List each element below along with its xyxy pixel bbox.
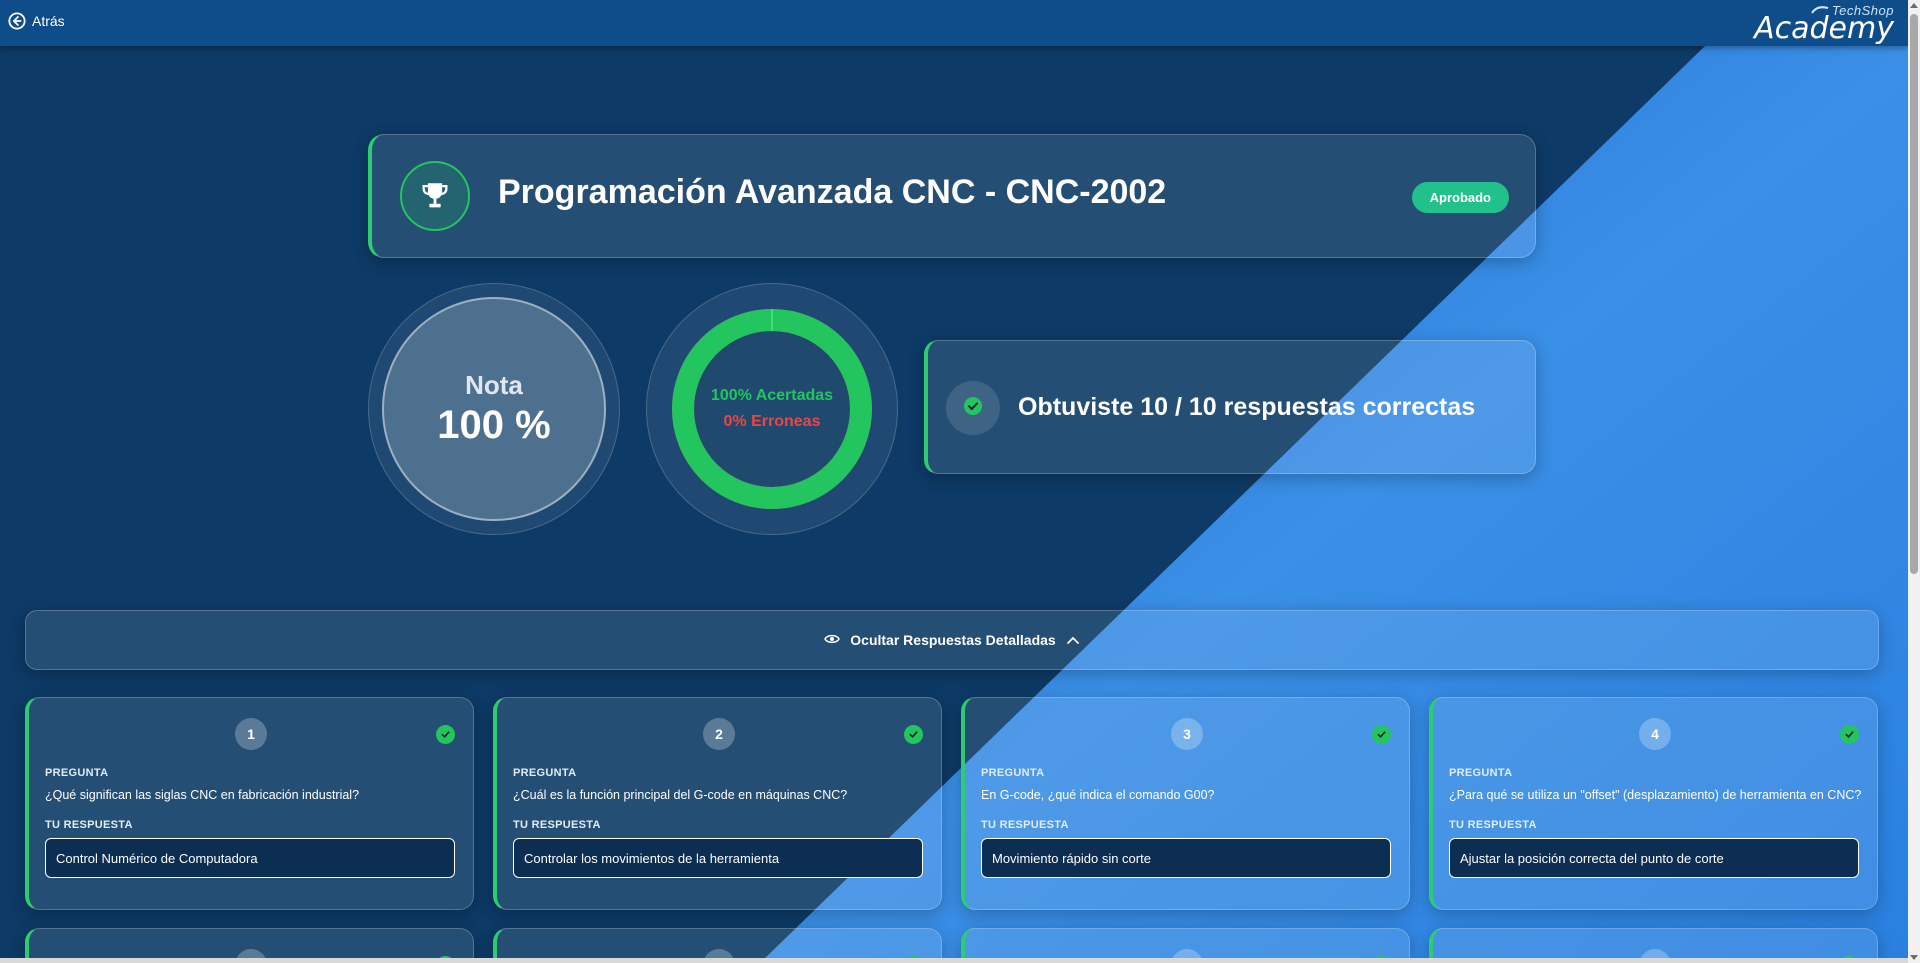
question-card: 4 PREGUNTA ¿Para qué se utiliza un "offs…: [1429, 697, 1878, 910]
question-number: 2: [703, 718, 735, 750]
ring-wrong-label: 0% Erroneas: [723, 413, 821, 430]
back-label: Atrás: [32, 13, 65, 29]
question-text: En G-code, ¿qué indica el comando G00?: [981, 788, 1215, 802]
toggle-label: Ocultar Respuestas Detalladas: [850, 632, 1056, 648]
chevron-up-icon: [1066, 632, 1080, 648]
answer-field: Control Numérico de Computadora: [45, 838, 455, 878]
top-bar: Atrás TechShop Academy: [0, 0, 1908, 46]
question-label: PREGUNTA: [981, 767, 1045, 779]
course-title-card: Programación Avanzada CNC - CNC-2002 Apr…: [368, 134, 1536, 258]
question-card: 3 PREGUNTA En G-code, ¿qué indica el com…: [961, 697, 1410, 910]
page-scrollbar[interactable]: [1908, 0, 1920, 963]
summary-card: Obtuviste 10 / 10 respuestas correctas: [924, 340, 1536, 474]
question-text: ¿Para qué se utiliza un "offset" (despla…: [1449, 788, 1862, 802]
answer-label: TU RESPUESTA: [513, 819, 601, 831]
question-number: 1: [235, 718, 267, 750]
question-text: ¿Cuál es la función principal del G-code…: [513, 788, 848, 802]
course-title: Programación Avanzada CNC - CNC-2002: [498, 173, 1167, 211]
answer-field: Controlar los movimientos de la herramie…: [513, 838, 923, 878]
summary-text: Obtuviste 10 / 10 respuestas correctas: [1018, 393, 1475, 422]
question-card: 2 PREGUNTA ¿Cuál es la función principal…: [493, 697, 942, 910]
arrow-left-circle-icon: [8, 12, 26, 30]
question-label: PREGUNTA: [45, 767, 109, 779]
ring-correct-label: 100% Acertadas: [710, 387, 834, 404]
answer-field: Movimiento rápido sin corte: [981, 838, 1391, 878]
grade-label: Nota: [465, 370, 523, 400]
answer-label: TU RESPUESTA: [981, 819, 1069, 831]
summary-prefix: Obtuviste: [1018, 393, 1134, 421]
check-icon: [904, 725, 923, 744]
trophy-icon: [400, 161, 470, 231]
question-number: 4: [1639, 718, 1671, 750]
check-icon: [1840, 725, 1859, 744]
brand-logo: TechShop Academy: [1754, 4, 1894, 44]
scroll-up-arrow-icon[interactable]: [1910, 3, 1918, 8]
results-ring-chart: 100% Acertadas 0% Erroneas: [646, 283, 898, 535]
grade-circle: Nota 100 %: [368, 283, 620, 535]
logo-big-text: Academy: [1754, 11, 1894, 46]
summary-suffix: respuestas correctas: [1223, 393, 1476, 421]
summary-score: 10 / 10: [1140, 393, 1217, 421]
answer-label: TU RESPUESTA: [1449, 819, 1537, 831]
answer-label: TU RESPUESTA: [45, 819, 133, 831]
question-card: 1 PREGUNTA ¿Qué significan las siglas CN…: [25, 697, 474, 910]
check-circle-icon: [963, 396, 983, 421]
window-bottom-edge: [0, 958, 1908, 963]
answer-field: Ajustar la posición correcta del punto d…: [1449, 838, 1859, 878]
toggle-answers-button[interactable]: Ocultar Respuestas Detalladas: [25, 610, 1879, 670]
status-badge: Aprobado: [1411, 182, 1509, 213]
question-text: ¿Qué significan las siglas CNC en fabric…: [45, 788, 360, 802]
scrollbar-thumb[interactable]: [1910, 14, 1918, 574]
back-button[interactable]: Atrás: [8, 12, 65, 30]
eye-icon: [824, 632, 841, 648]
summary-icon-wrap: [946, 381, 1000, 435]
question-label: PREGUNTA: [513, 767, 577, 779]
question-number: 3: [1171, 718, 1203, 750]
grade-value: 100 %: [437, 403, 551, 447]
question-label: PREGUNTA: [1449, 767, 1513, 779]
check-icon: [1372, 725, 1391, 744]
scroll-down-arrow-icon[interactable]: [1910, 955, 1918, 960]
check-icon: [436, 725, 455, 744]
